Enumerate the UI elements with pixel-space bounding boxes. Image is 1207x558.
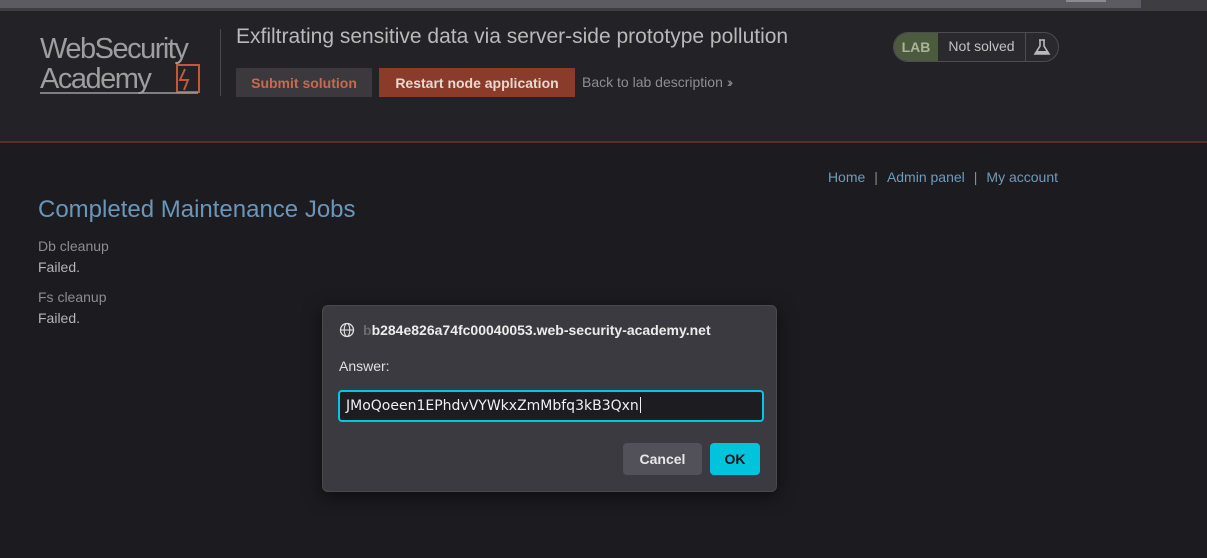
dialog-origin-host: b284e826a74fc00040053.web-security-acade… [371, 322, 711, 338]
web-security-academy-logo[interactable]: WebSecurity Academy [38, 31, 220, 97]
restart-node-button[interactable]: Restart node application [379, 68, 575, 97]
nav-admin-panel-link[interactable]: Admin panel [887, 169, 965, 185]
lab-status-widget: LAB Not solved [893, 32, 1059, 62]
top-navigation: Home | Admin panel | My account [828, 169, 1058, 185]
browser-tab-strip [0, 0, 1141, 8]
answer-input[interactable]: JMoQoeen1EPhdvVYWkxZmMbfq3kB3Qxn [338, 390, 764, 422]
text-caret [639, 397, 641, 413]
ok-button[interactable]: OK [710, 443, 760, 475]
submit-solution-button[interactable]: Submit solution [236, 68, 372, 97]
lab-status-text: Not solved [938, 33, 1026, 61]
job-status: Failed. [38, 310, 81, 326]
globe-icon [339, 322, 355, 338]
nav-separator: | [874, 169, 878, 185]
nav-my-account-link[interactable]: My account [986, 169, 1058, 185]
job-item: Db cleanup Failed. [38, 238, 109, 275]
job-name: Db cleanup [38, 238, 109, 254]
lab-title: Exfiltrating sensitive data via server-s… [236, 25, 789, 48]
logo-text-line2: Academy [40, 63, 152, 95]
cancel-button[interactable]: Cancel [623, 443, 702, 475]
prompt-dialog: bb284e826a74fc00040053.web-security-acad… [322, 305, 777, 492]
answer-input-value: JMoQoeen1EPhdvVYWkxZmMbfq3kB3Qxn [346, 398, 639, 414]
job-status: Failed. [38, 259, 81, 275]
lab-header: WebSecurity Academy Exfiltrating sensiti… [0, 11, 1207, 143]
back-to-lab-description-link[interactable]: Back to lab description ›› [582, 74, 734, 90]
answer-label: Answer: [339, 358, 390, 374]
back-link-label: Back to lab description [582, 74, 723, 90]
logo-text-line1: WebSecurity [40, 33, 189, 65]
dialog-origin: bb284e826a74fc00040053.web-security-acad… [363, 322, 711, 338]
browser-tab-indicator [1066, 0, 1106, 2]
nav-home-link[interactable]: Home [828, 169, 865, 185]
flask-icon[interactable] [1026, 33, 1058, 61]
job-name: Fs cleanup [38, 289, 107, 305]
page-title: Completed Maintenance Jobs [38, 196, 356, 223]
job-item: Fs cleanup Failed. [38, 289, 106, 326]
lab-badge: LAB [894, 33, 938, 61]
double-chevron-right-icon: ›› [726, 74, 734, 90]
nav-separator: | [973, 169, 978, 185]
browser-top-strip [0, 0, 1207, 11]
dialog-origin-faded: b [363, 322, 372, 338]
logo-divider [220, 29, 221, 96]
